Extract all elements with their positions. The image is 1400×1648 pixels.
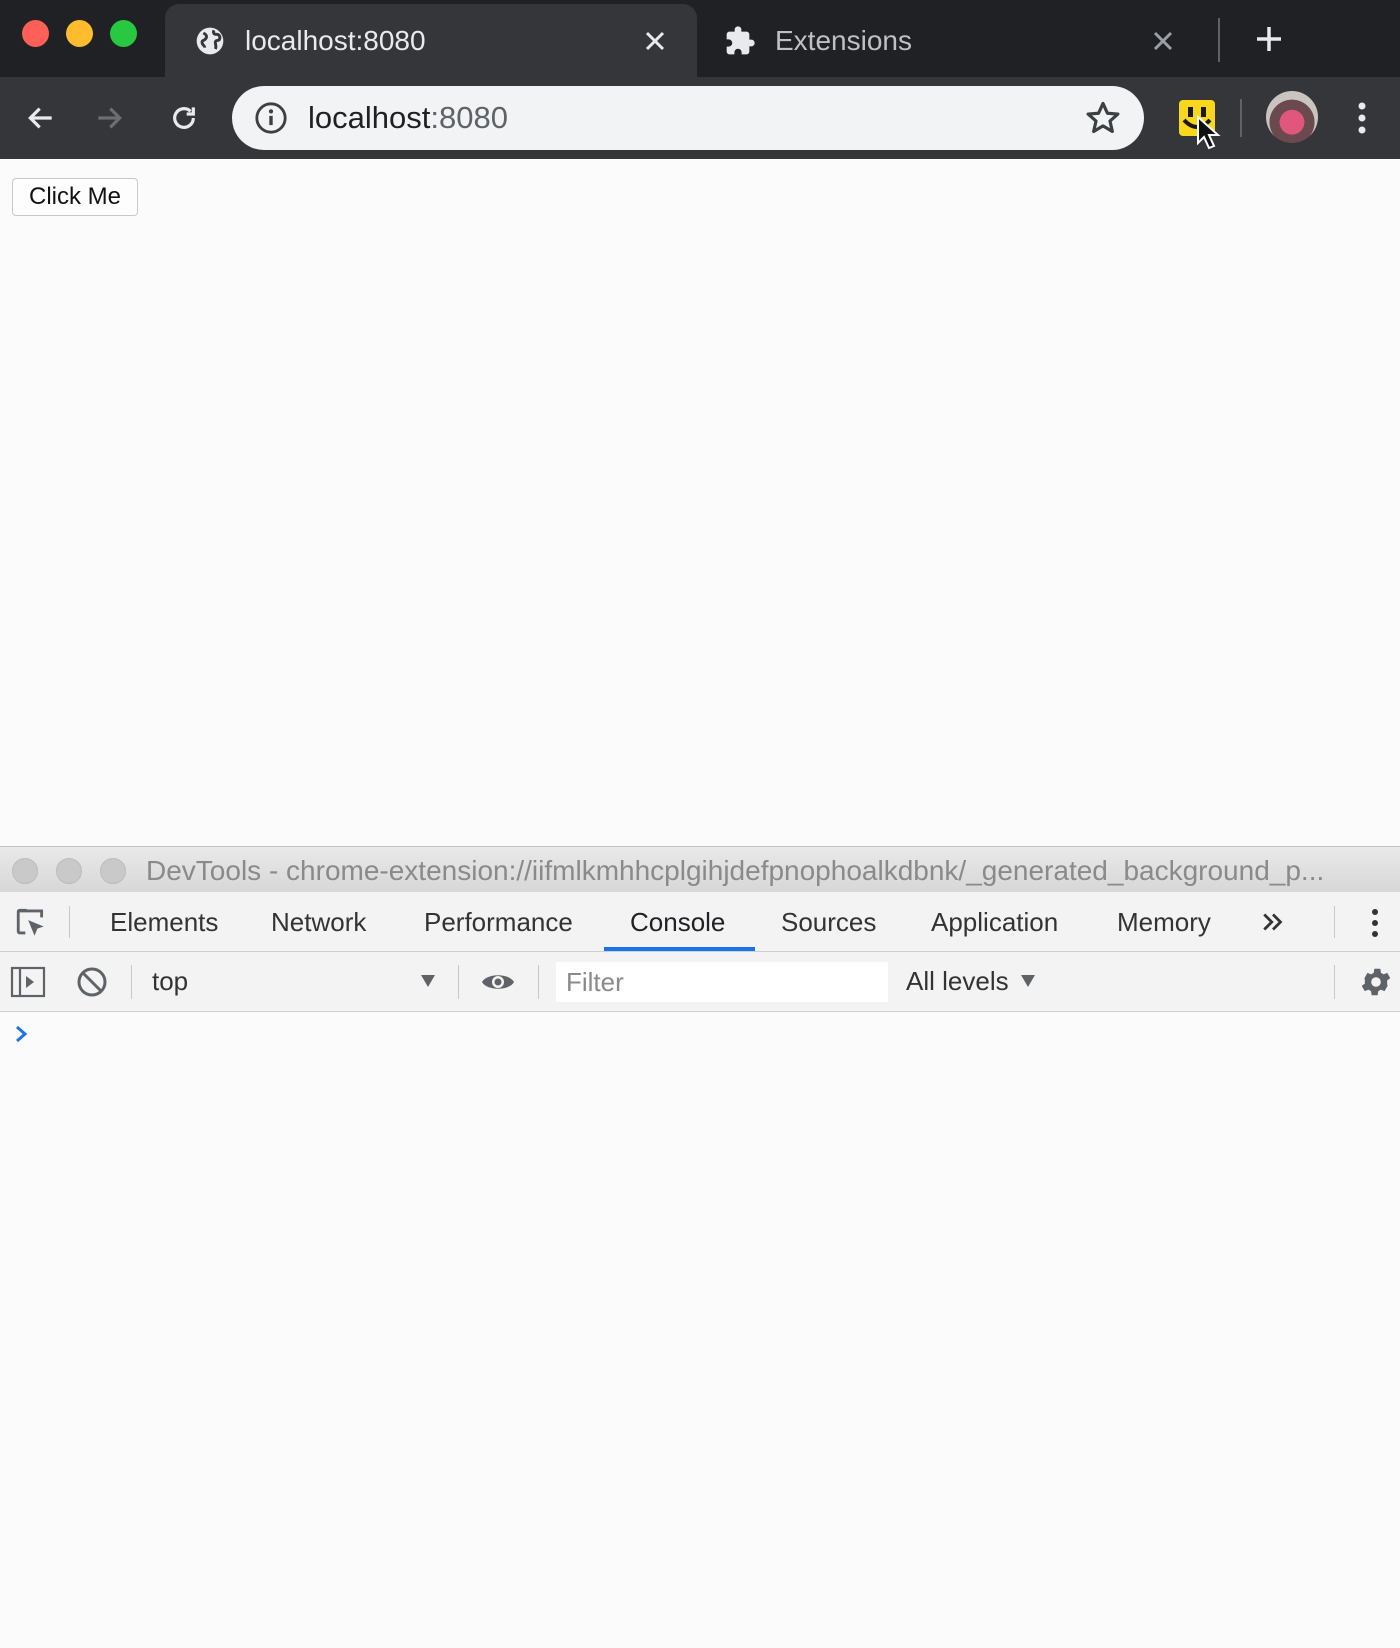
window-zoom-button[interactable]	[110, 20, 137, 47]
tab-title: localhost:8080	[245, 24, 426, 56]
reload-button[interactable]	[159, 93, 209, 143]
devtools-window-title: DevTools - chrome-extension://iifmlkmhhc…	[146, 855, 1325, 886]
url-port: :8080	[430, 100, 508, 135]
tab-network[interactable]: Network	[271, 892, 366, 952]
plus-icon	[1257, 27, 1281, 51]
tab-console[interactable]: Console	[630, 892, 725, 952]
forward-button[interactable]	[84, 93, 134, 143]
tab-localhost[interactable]: localhost:8080	[165, 4, 697, 77]
url-host: localhost	[308, 100, 431, 135]
browser-tab-strip: localhost:8080 Extensions	[0, 0, 1400, 77]
extension-button[interactable]	[1168, 89, 1226, 150]
browser-toolbar: localhost:8080	[0, 77, 1400, 159]
browser-menu-button[interactable]	[1344, 93, 1380, 143]
tab-memory[interactable]: Memory	[1117, 892, 1211, 952]
page-content: Click Me	[0, 159, 1400, 846]
mouse-cursor-icon	[1197, 115, 1221, 150]
kebab-menu-icon	[1358, 102, 1366, 134]
tab-separator	[69, 906, 70, 938]
gear-icon[interactable]	[1358, 964, 1394, 1000]
tab-sources[interactable]: Sources	[781, 892, 876, 952]
show-sidebar-icon[interactable]	[10, 965, 46, 999]
tab-title: Extensions	[775, 24, 912, 56]
tab-close-icon[interactable]	[1143, 21, 1183, 61]
arrow-right-icon	[98, 107, 122, 129]
console-filter-input[interactable]	[556, 962, 888, 1002]
more-tabs-chevron-icon[interactable]	[1258, 907, 1288, 937]
new-tab-button[interactable]	[1248, 18, 1290, 60]
devtools-menu-button[interactable]	[1364, 904, 1386, 942]
devtools-close-button[interactable]	[12, 858, 38, 884]
back-button[interactable]	[16, 93, 66, 143]
console-output[interactable]	[0, 1012, 1400, 1648]
profile-avatar[interactable]	[1266, 91, 1318, 143]
dropdown-arrow-icon[interactable]	[420, 974, 436, 988]
tab-application[interactable]: Application	[931, 892, 1058, 952]
eye-icon[interactable]	[480, 965, 516, 999]
clear-console-icon[interactable]	[74, 965, 110, 999]
arrow-left-icon	[28, 107, 52, 129]
screen: localhost:8080 Extensions localhost:8080…	[0, 0, 1400, 1648]
active-tab-indicator	[604, 947, 755, 951]
toolbar-separator	[538, 965, 539, 999]
window-minimize-button[interactable]	[66, 20, 93, 47]
globe-icon	[193, 24, 227, 58]
toolbar-separator	[131, 965, 132, 999]
reload-icon	[173, 107, 195, 129]
console-prompt-chevron-icon	[16, 1025, 28, 1043]
devtools-tab-bar: Elements Network Performance Console Sou…	[0, 892, 1400, 952]
tab-performance[interactable]: Performance	[424, 892, 573, 952]
devtools-minimize-button[interactable]	[56, 858, 82, 884]
window-close-button[interactable]	[22, 20, 49, 47]
log-levels-dropdown[interactable]: All levels	[906, 966, 1009, 997]
dropdown-arrow-icon[interactable]	[1020, 974, 1036, 988]
inspect-element-icon[interactable]	[14, 906, 48, 940]
url-text: localhost:8080	[308, 100, 508, 136]
info-icon[interactable]	[254, 101, 288, 135]
star-icon[interactable]	[1084, 99, 1122, 137]
tab-elements[interactable]: Elements	[110, 892, 218, 952]
devtools-title-bar: DevTools - chrome-extension://iifmlkmhhc…	[0, 846, 1400, 892]
address-bar[interactable]: localhost:8080	[232, 86, 1144, 150]
tab-separator	[1334, 906, 1335, 938]
toolbar-separator	[458, 965, 459, 999]
tab-close-icon[interactable]	[635, 21, 675, 61]
tab-separator	[1218, 18, 1220, 62]
toolbar-separator	[1334, 965, 1335, 999]
puzzle-icon	[723, 24, 757, 58]
context-selector[interactable]: top	[152, 966, 188, 997]
click-me-button[interactable]: Click Me	[12, 178, 139, 216]
devtools-zoom-button[interactable]	[100, 858, 126, 884]
console-toolbar: top All levels	[0, 952, 1400, 1012]
tab-extensions[interactable]: Extensions	[705, 4, 1205, 77]
kebab-menu-icon	[1372, 909, 1378, 937]
toolbar-separator	[1240, 99, 1242, 137]
